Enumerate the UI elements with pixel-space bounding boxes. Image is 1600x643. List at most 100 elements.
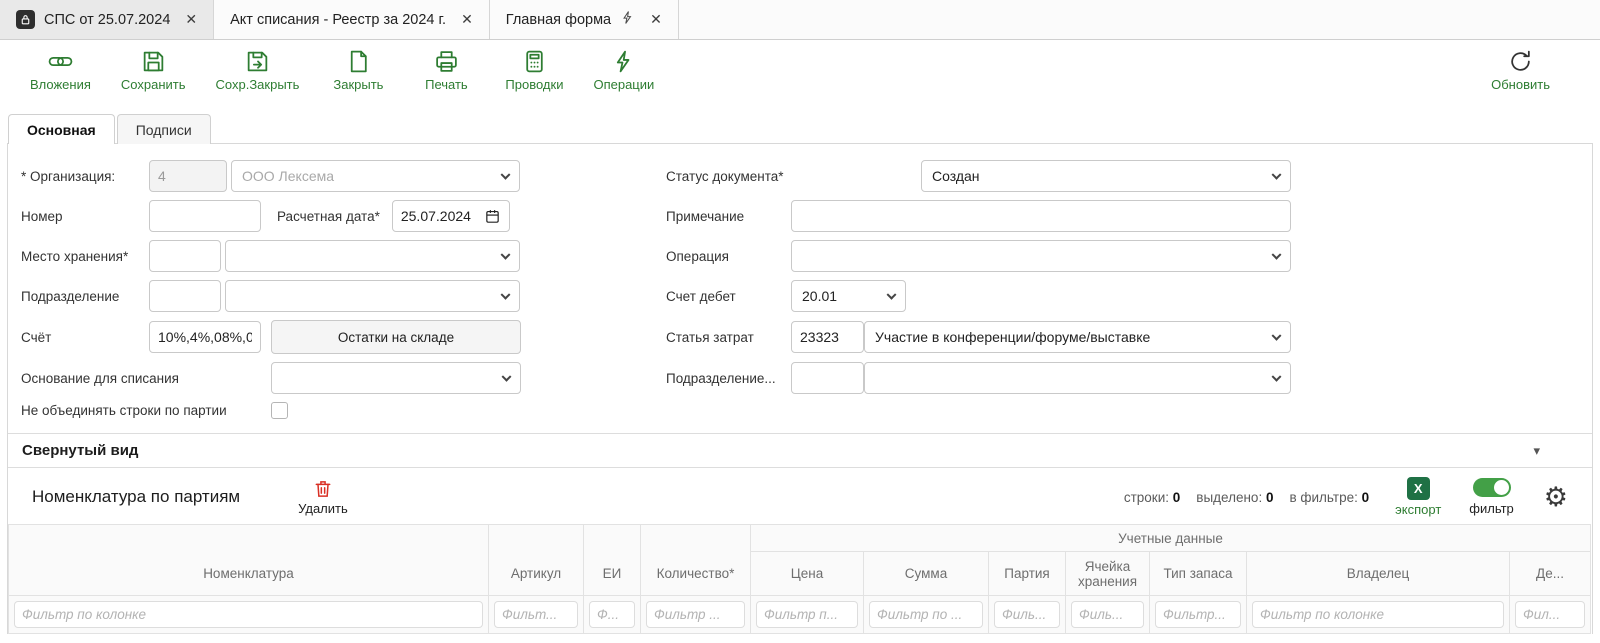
column-filter-input[interactable] [1515, 601, 1585, 628]
column-header[interactable]: Артикул [489, 525, 584, 596]
grid-stats: строки: 0 выделено: 0 в фильтре: 0 [1124, 490, 1369, 505]
chevron-down-icon [1272, 250, 1282, 260]
operations-button[interactable]: Операции [593, 49, 654, 102]
cost-item-code-field[interactable] [791, 321, 864, 353]
column-header[interactable]: Тип запаса [1150, 552, 1247, 596]
department2-code-field[interactable] [791, 362, 864, 394]
window-tab-document[interactable]: СПС от 25.07.2024 ✕ [0, 0, 214, 39]
column-filter-input[interactable] [994, 601, 1060, 628]
attachments-button[interactable]: Вложения [30, 49, 91, 102]
debit-account-select[interactable]: 20.01 [791, 280, 906, 312]
calendar-icon[interactable] [484, 208, 501, 225]
window-tab-bar: СПС от 25.07.2024 ✕ Акт списания - Реест… [0, 0, 1600, 40]
nomenclature-grid: Номенклатура Артикул ЕИ Количество* Учет… [8, 524, 1591, 634]
delete-label: Удалить [298, 501, 348, 516]
note-field[interactable] [791, 200, 1291, 232]
toggle-on-icon[interactable] [1473, 478, 1511, 497]
calculator-icon [522, 49, 547, 74]
button-label: Закрыть [333, 77, 383, 92]
note-label: Примечание [666, 209, 791, 224]
column-filter-input[interactable] [1071, 601, 1144, 628]
column-filter-input[interactable] [494, 601, 578, 628]
organization-value: ООО Лексема [242, 168, 334, 184]
postings-button[interactable]: Проводки [505, 49, 563, 102]
column-filter-input[interactable] [646, 601, 745, 628]
number-field[interactable] [149, 200, 261, 232]
column-filter-input[interactable] [1252, 601, 1504, 628]
excel-export-button[interactable]: X экспорт [1395, 477, 1441, 517]
tab-signatures[interactable]: Подписи [117, 114, 211, 144]
close-icon[interactable]: ✕ [461, 11, 473, 28]
refresh-icon [1508, 49, 1533, 74]
column-filter-input[interactable] [756, 601, 858, 628]
close-document-button[interactable]: Закрыть [329, 49, 387, 102]
save-close-button[interactable]: Сохр.Закрыть [216, 49, 300, 102]
calc-date-field[interactable]: 25.07.2024 [392, 200, 510, 232]
organization-code-field[interactable] [149, 160, 227, 192]
operation-label: Операция [666, 249, 791, 264]
column-header[interactable]: Ячейка хранения [1066, 552, 1150, 596]
export-label: экспорт [1395, 502, 1441, 517]
department-label: Подразделение [21, 289, 149, 304]
no-merge-checkbox[interactable] [271, 402, 288, 419]
status-value: Создан [932, 168, 980, 184]
writeoff-reason-select[interactable] [271, 362, 521, 394]
print-button[interactable]: Печать [417, 49, 475, 102]
document-panel: * Организация: ООО Лексема Статус докуме… [7, 143, 1593, 634]
column-filter-input[interactable] [589, 601, 635, 628]
window-tab-registry[interactable]: Акт списания - Реестр за 2024 г. ✕ [214, 0, 490, 39]
collapsed-view-title: Свернутый вид [22, 442, 138, 459]
cost-item-select[interactable]: Участие в конференции/форуме/выставке [864, 321, 1291, 353]
column-filter-input[interactable] [869, 601, 983, 628]
chevron-down-icon[interactable]: ▾ [1533, 443, 1540, 459]
selected-counter: выделено: 0 [1196, 490, 1273, 505]
chevron-down-icon [501, 170, 511, 180]
department-code-field[interactable] [149, 280, 221, 312]
column-header[interactable]: Владелец [1247, 552, 1510, 596]
collapsed-view-bar[interactable]: Свернутый вид ▾ [8, 433, 1592, 468]
delete-row-button[interactable]: Удалить [298, 479, 348, 516]
debit-account-label: Счет дебет [666, 289, 791, 304]
storage-select[interactable] [225, 240, 520, 272]
department2-select[interactable] [864, 362, 1291, 394]
column-header[interactable]: Партия [989, 552, 1066, 596]
column-filter-input[interactable] [1155, 601, 1241, 628]
operation-select[interactable] [791, 240, 1291, 272]
column-header[interactable]: ЕИ [584, 525, 641, 596]
button-label: Обновить [1491, 77, 1550, 92]
close-icon[interactable]: ✕ [650, 11, 662, 28]
window-tab-label: Акт списания - Реестр за 2024 г. [230, 12, 446, 28]
column-filter-input[interactable] [14, 601, 483, 628]
button-label: Вложения [30, 77, 91, 92]
column-header[interactable]: Количество* [641, 525, 751, 596]
refresh-button[interactable]: Обновить [1491, 49, 1550, 92]
column-header[interactable]: Сумма [864, 552, 989, 596]
chevron-down-icon [1272, 170, 1282, 180]
chevron-down-icon [501, 250, 511, 260]
account-label: Счёт [21, 330, 149, 345]
column-header[interactable]: Цена [751, 552, 864, 596]
rows-value: 0 [1173, 490, 1181, 505]
organization-select[interactable]: ООО Лексема [231, 160, 520, 192]
trash-icon [313, 479, 333, 499]
save-button[interactable]: Сохранить [121, 49, 186, 102]
gear-icon[interactable]: ⚙ [1544, 484, 1568, 511]
filter-toggle-button[interactable]: фильтр [1469, 478, 1513, 516]
lightning-icon [611, 49, 636, 74]
column-header[interactable]: Де... [1510, 552, 1591, 596]
account-field[interactable] [149, 321, 261, 353]
close-icon[interactable]: ✕ [185, 11, 197, 28]
chevron-down-icon [501, 290, 511, 300]
tab-main[interactable]: Основная [8, 114, 115, 144]
storage-code-field[interactable] [149, 240, 221, 272]
status-label: Статус документа* [666, 169, 791, 184]
debit-account-value: 20.01 [802, 288, 837, 304]
status-select[interactable]: Создан [921, 160, 1291, 192]
department-select[interactable] [225, 280, 520, 312]
stock-balance-button[interactable]: Остатки на складе [271, 320, 521, 354]
window-tab-main-form[interactable]: Главная форма ✕ [490, 0, 679, 39]
form-tab-bar: Основная Подписи [0, 113, 1600, 143]
window-tab-label: СПС от 25.07.2024 [44, 12, 170, 28]
calc-date-value: 25.07.2024 [401, 208, 471, 224]
column-header[interactable]: Номенклатура [9, 525, 489, 596]
